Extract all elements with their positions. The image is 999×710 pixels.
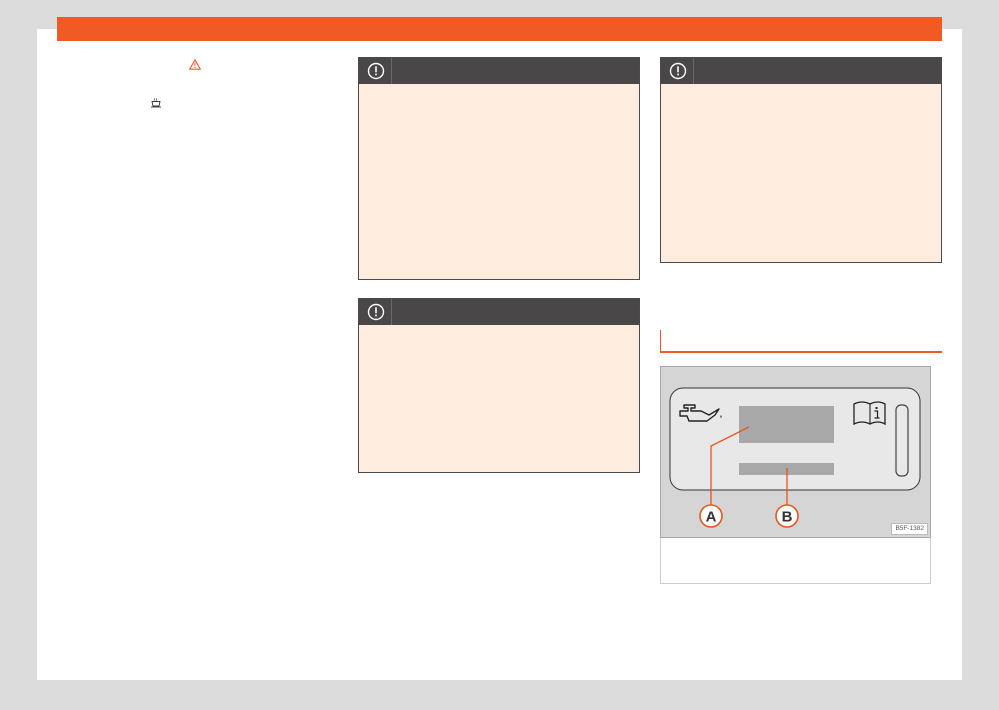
callout-a-label: A (706, 509, 717, 526)
notice-header (359, 58, 639, 84)
callout-b-label: B (782, 509, 793, 526)
header-divider (391, 58, 392, 84)
notice-box-2 (358, 298, 640, 473)
header-divider (693, 58, 694, 84)
notice-box-1 (358, 57, 640, 280)
exclamation-circle-icon (669, 62, 687, 80)
exclamation-circle-icon (367, 303, 385, 321)
header-divider (391, 299, 392, 325)
warning-triangle-icon (188, 58, 202, 73)
display-area-a (739, 406, 834, 443)
notice-header (359, 299, 639, 325)
notice-header (661, 58, 941, 84)
figure-caption-box (660, 538, 931, 584)
coffee-cup-icon (150, 98, 162, 111)
callout-b: B (775, 504, 799, 528)
oil-level-display-figure: A B B5F-1382 (660, 366, 931, 538)
header-bar (57, 17, 942, 41)
exclamation-circle-icon (367, 62, 385, 80)
callout-a: A (699, 504, 723, 528)
notice-box-3 (660, 57, 942, 263)
figure-code: B5F-1382 (891, 523, 928, 535)
section-heading-marker (660, 330, 661, 352)
section-heading-rule (660, 351, 942, 353)
